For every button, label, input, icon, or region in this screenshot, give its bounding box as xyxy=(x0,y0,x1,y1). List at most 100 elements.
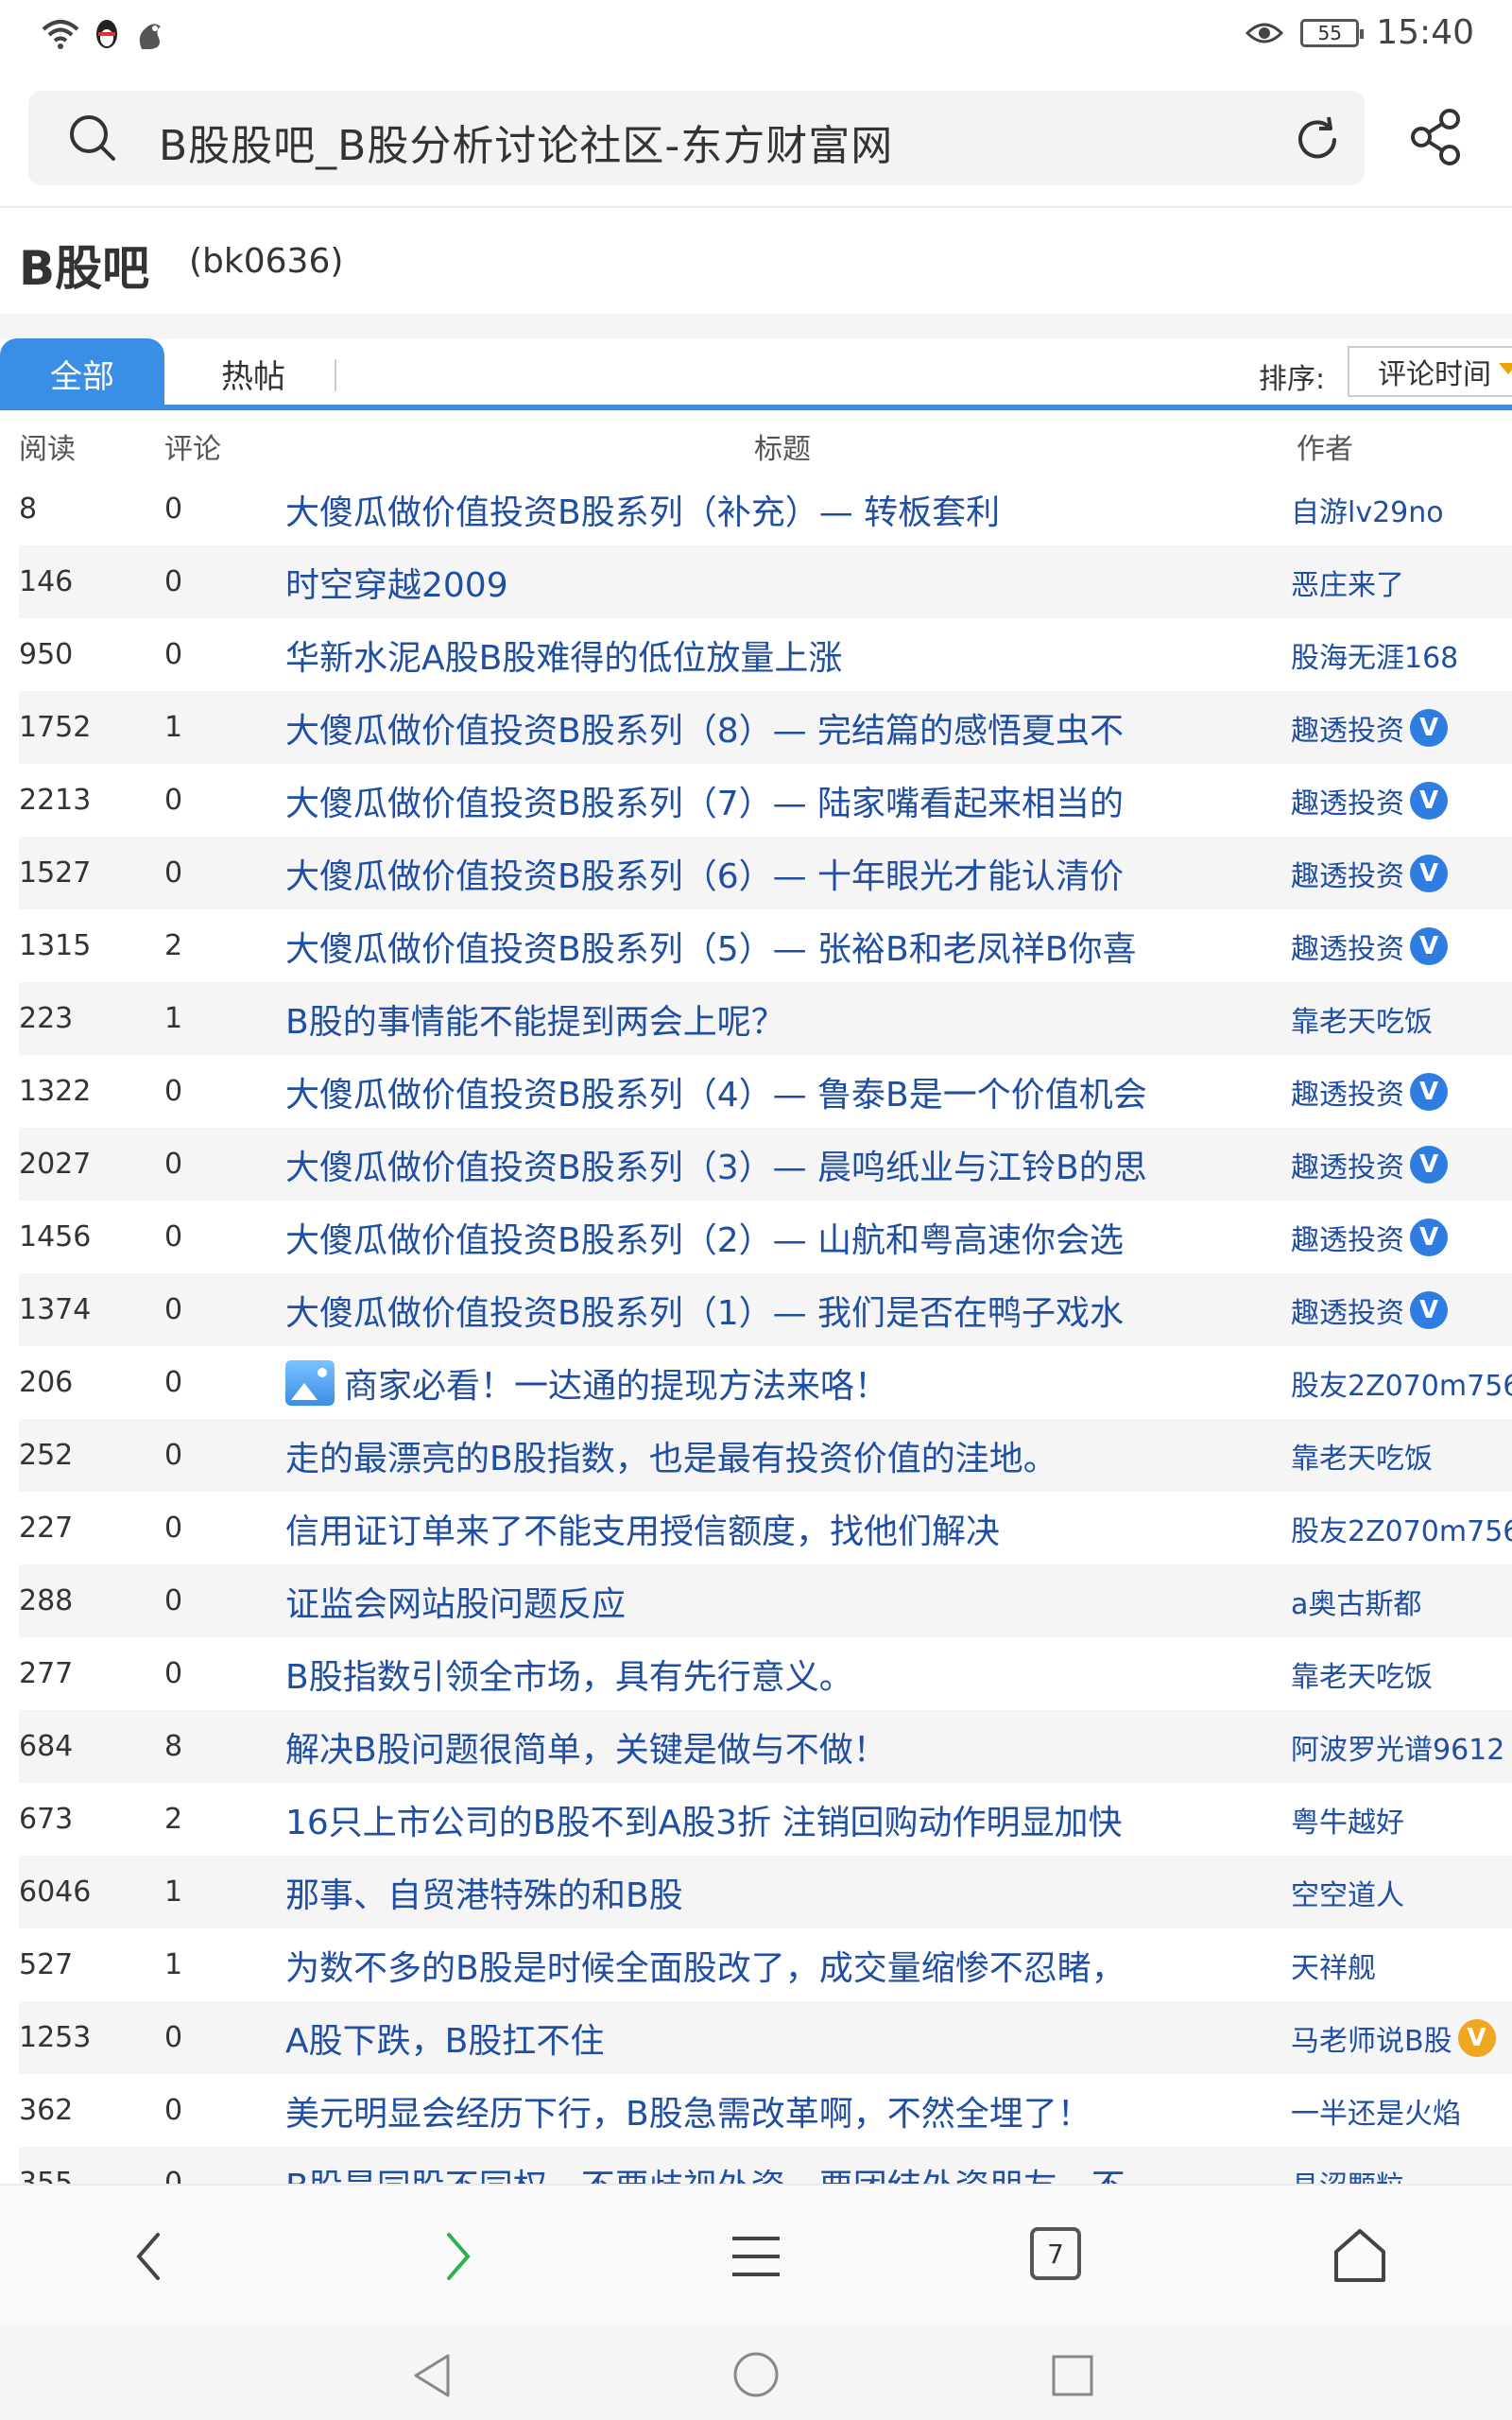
author-link[interactable]: 粤牛越好 xyxy=(1291,1783,1512,1856)
menu-icon[interactable] xyxy=(723,2223,789,2290)
table-row[interactable]: 223 1 B股的事情能不能提到两会上呢？ 靠老天吃饭 xyxy=(0,982,1512,1055)
search-icon[interactable] xyxy=(66,112,119,164)
post-title-text[interactable]: 信用证订单来了不能支用授信额度，找他们解决 xyxy=(285,1504,1000,1553)
table-row[interactable]: 527 1 为数不多的B股是时候全面股改了，成交量缩惨不忍睹， 天祥舰 xyxy=(0,1928,1512,2001)
author-link[interactable]: 趣透投资 V xyxy=(1291,909,1512,982)
table-row[interactable]: 1456 0 大傻瓜做价值投资B股系列（2）— 山航和粤高速你会选 趣透投资 V xyxy=(0,1201,1512,1273)
post-title-link[interactable]: 大傻瓜做价值投资B股系列（8）— 完结篇的感悟夏虫不 xyxy=(285,691,1278,764)
author-name[interactable]: 恶庄来了 xyxy=(1291,562,1404,603)
table-row[interactable]: 1253 0 A股下跌，B股扛不住 马老师说B股 V xyxy=(0,2001,1512,2074)
author-link[interactable]: 恶庄来了 xyxy=(1291,545,1512,618)
table-row[interactable]: 684 8 解决B股问题很简单，关键是做与不做！ 阿波罗光谱9612 xyxy=(0,1710,1512,1783)
author-link[interactable]: 靠老天吃饭 xyxy=(1291,982,1512,1055)
post-title-link[interactable]: 证监会网站股问题反应 xyxy=(285,1564,1278,1637)
post-title-link[interactable]: 商家必看！一达通的提现方法来咯！ xyxy=(285,1346,1278,1419)
author-name[interactable]: 阿波罗光谱9612 xyxy=(1291,1726,1504,1768)
author-name[interactable]: 趣透投资 xyxy=(1291,853,1404,894)
author-name[interactable]: 股友2Z070m7568 xyxy=(1291,1362,1512,1404)
post-title-text[interactable]: B股的事情能不能提到两会上呢？ xyxy=(285,994,785,1044)
post-title-text[interactable]: 大傻瓜做价值投资B股系列（6）— 十年眼光才能认清价 xyxy=(285,849,1124,898)
post-title-link[interactable]: 大傻瓜做价值投资B股系列（4）— 鲁泰B是一个价值机会 xyxy=(285,1055,1278,1128)
table-row[interactable]: 6046 1 那事、自贸港特殊的和B股 空空道人 xyxy=(0,1856,1512,1928)
author-link[interactable]: 股友2Z070m7568 xyxy=(1291,1492,1512,1564)
table-row[interactable]: 950 0 华新水泥A股B股难得的低位放量上涨 股海无涯168 xyxy=(0,618,1512,691)
post-title-link[interactable]: 大傻瓜做价值投资B股系列（3）— 晨鸣纸业与江铃B的思 xyxy=(285,1128,1278,1201)
author-link[interactable]: 靠老天吃饭 xyxy=(1291,1637,1512,1710)
post-title-link[interactable]: 信用证订单来了不能支用授信额度，找他们解决 xyxy=(285,1492,1278,1564)
table-row[interactable]: 288 0 证监会网站股问题反应 a奥古斯都 xyxy=(0,1564,1512,1637)
post-title-text[interactable]: 商家必看！一达通的提现方法来咯！ xyxy=(344,1358,888,1408)
post-title-text[interactable]: B股指数引领全市场，具有先行意义。 xyxy=(285,1650,853,1699)
post-title-link[interactable]: 大傻瓜做价值投资B股系列（补充）— 转板套利 xyxy=(285,473,1278,545)
share-icon[interactable] xyxy=(1408,106,1465,168)
author-name[interactable]: 股海无涯168 xyxy=(1291,634,1458,676)
table-row[interactable]: 252 0 走的最漂亮的B股指数，也是最有投资价值的洼地。 靠老天吃饭 xyxy=(0,1419,1512,1492)
post-title-text[interactable]: 走的最漂亮的B股指数，也是最有投资价值的洼地。 xyxy=(285,1431,1057,1480)
table-row[interactable]: 1315 2 大傻瓜做价值投资B股系列（5）— 张裕B和老凤祥B你喜 趣透投资 V xyxy=(0,909,1512,982)
table-row[interactable]: 673 2 16只上市公司的B股不到A股3折 注销回购动作明显加快 粤牛越好 xyxy=(0,1783,1512,1856)
tab-all[interactable]: 全部 xyxy=(0,338,164,408)
author-name[interactable]: 趣透投资 xyxy=(1291,1217,1404,1258)
nav-back-icon[interactable] xyxy=(410,2352,454,2399)
nav-home-icon[interactable] xyxy=(731,2350,781,2399)
post-title-link[interactable]: 那事、自贸港特殊的和B股 xyxy=(285,1856,1278,1928)
post-title-link[interactable]: B股的事情能不能提到两会上呢？ xyxy=(285,982,1278,1055)
table-row[interactable]: 1752 1 大傻瓜做价值投资B股系列（8）— 完结篇的感悟夏虫不 趣透投资 V xyxy=(0,691,1512,764)
post-title-text[interactable]: A股下跌，B股扛不住 xyxy=(285,2014,604,2063)
post-title-text[interactable]: 大傻瓜做价值投资B股系列（4）— 鲁泰B是一个价值机会 xyxy=(285,1067,1147,1116)
table-row[interactable]: 206 0 商家必看！一达通的提现方法来咯！ 股友2Z070m7568 xyxy=(0,1346,1512,1419)
post-title-link[interactable]: 华新水泥A股B股难得的低位放量上涨 xyxy=(285,618,1278,691)
author-name[interactable]: 马老师说B股 xyxy=(1291,2017,1452,2059)
table-row[interactable]: 2027 0 大傻瓜做价值投资B股系列（3）— 晨鸣纸业与江铃B的思 趣透投资 V xyxy=(0,1128,1512,1201)
table-row[interactable]: 362 0 美元明显会经历下行，B股急需改革啊，不然全埋了！ 一半还是火焰 xyxy=(0,2074,1512,2147)
post-title-text[interactable]: 那事、自贸港特殊的和B股 xyxy=(285,1868,683,1917)
author-name[interactable]: a奥古斯都 xyxy=(1291,1581,1421,1622)
home-icon[interactable] xyxy=(1327,2223,1393,2290)
refresh-icon[interactable] xyxy=(1291,113,1344,166)
author-name[interactable]: 靠老天吃饭 xyxy=(1291,998,1433,1040)
post-title-text[interactable]: 证监会网站股问题反应 xyxy=(285,1577,626,1626)
author-name[interactable]: 趣透投资 xyxy=(1291,707,1404,749)
post-title-text[interactable]: 大傻瓜做价值投资B股系列（5）— 张裕B和老凤祥B你喜 xyxy=(285,922,1136,971)
author-link[interactable]: 趣透投资 V xyxy=(1291,1055,1512,1128)
author-name[interactable]: 空空道人 xyxy=(1291,1872,1404,1913)
post-title-text[interactable]: 大傻瓜做价值投资B股系列（1）— 我们是否在鸭子戏水 xyxy=(285,1286,1124,1335)
post-title-link[interactable]: 16只上市公司的B股不到A股3折 注销回购动作明显加快 xyxy=(285,1783,1278,1856)
author-link[interactable]: 空空道人 xyxy=(1291,1856,1512,1928)
tab-count-button[interactable]: 7 xyxy=(1030,2227,1081,2280)
post-title-link[interactable]: 大傻瓜做价值投资B股系列（2）— 山航和粤高速你会选 xyxy=(285,1201,1278,1273)
post-title-link[interactable]: A股下跌，B股扛不住 xyxy=(285,2001,1278,2074)
post-title-text[interactable]: 华新水泥A股B股难得的低位放量上涨 xyxy=(285,631,842,680)
author-name[interactable]: 一半还是火焰 xyxy=(1291,2090,1461,2132)
url-title-text[interactable]: B股股吧_B股分析讨论社区-东方财富网 xyxy=(159,112,893,172)
author-name[interactable]: 股友2Z070m7568 xyxy=(1291,1508,1512,1549)
author-name[interactable]: 趣透投资 xyxy=(1291,1071,1404,1113)
table-row[interactable]: 277 0 B股指数引领全市场，具有先行意义。 靠老天吃饭 xyxy=(0,1637,1512,1710)
author-name[interactable]: 趣透投资 xyxy=(1291,780,1404,821)
author-name[interactable]: 天祥舰 xyxy=(1291,1945,1376,1986)
post-title-text[interactable]: 大傻瓜做价值投资B股系列（补充）— 转板套利 xyxy=(285,485,1000,534)
url-bar[interactable]: B股股吧_B股分析讨论社区-东方财富网 xyxy=(28,91,1365,185)
table-row[interactable]: 1527 0 大傻瓜做价值投资B股系列（6）— 十年眼光才能认清价 趣透投资 V xyxy=(0,837,1512,909)
author-link[interactable]: 趣透投资 V xyxy=(1291,1273,1512,1346)
author-link[interactable]: 趣透投资 V xyxy=(1291,691,1512,764)
author-name[interactable]: 趣透投资 xyxy=(1291,1289,1404,1331)
post-title-text[interactable]: 美元明显会经历下行，B股急需改革啊，不然全埋了！ xyxy=(285,2086,1091,2135)
post-title-link[interactable]: 走的最漂亮的B股指数，也是最有投资价值的洼地。 xyxy=(285,1419,1278,1492)
post-title-link[interactable]: 解决B股问题很简单，关键是做与不做！ xyxy=(285,1710,1278,1783)
back-arrow-icon[interactable] xyxy=(118,2223,184,2290)
post-title-link[interactable]: B股指数引领全市场，具有先行意义。 xyxy=(285,1637,1278,1710)
table-row[interactable]: 227 0 信用证订单来了不能支用授信额度，找他们解决 股友2Z070m7568 xyxy=(0,1492,1512,1564)
table-row[interactable]: 8 0 大傻瓜做价值投资B股系列（补充）— 转板套利 自游lv29no xyxy=(0,473,1512,545)
author-link[interactable]: 股友2Z070m7568 xyxy=(1291,1346,1512,1419)
author-name[interactable]: 粤牛越好 xyxy=(1291,1799,1404,1841)
author-name[interactable]: 靠老天吃饭 xyxy=(1291,1435,1433,1477)
author-link[interactable]: 趣透投资 V xyxy=(1291,837,1512,909)
post-title-text[interactable]: 大傻瓜做价值投资B股系列（8）— 完结篇的感悟夏虫不 xyxy=(285,703,1124,752)
author-link[interactable]: 阿波罗光谱9612 xyxy=(1291,1710,1512,1783)
author-link[interactable]: 天祥舰 xyxy=(1291,1928,1512,2001)
author-name[interactable]: 自游lv29no xyxy=(1291,489,1444,530)
post-title-link[interactable]: 为数不多的B股是时候全面股改了，成交量缩惨不忍睹， xyxy=(285,1928,1278,2001)
post-title-text[interactable]: 为数不多的B股是时候全面股改了，成交量缩惨不忍睹， xyxy=(285,1941,1125,1990)
post-title-link[interactable]: 大傻瓜做价值投资B股系列（1）— 我们是否在鸭子戏水 xyxy=(285,1273,1278,1346)
